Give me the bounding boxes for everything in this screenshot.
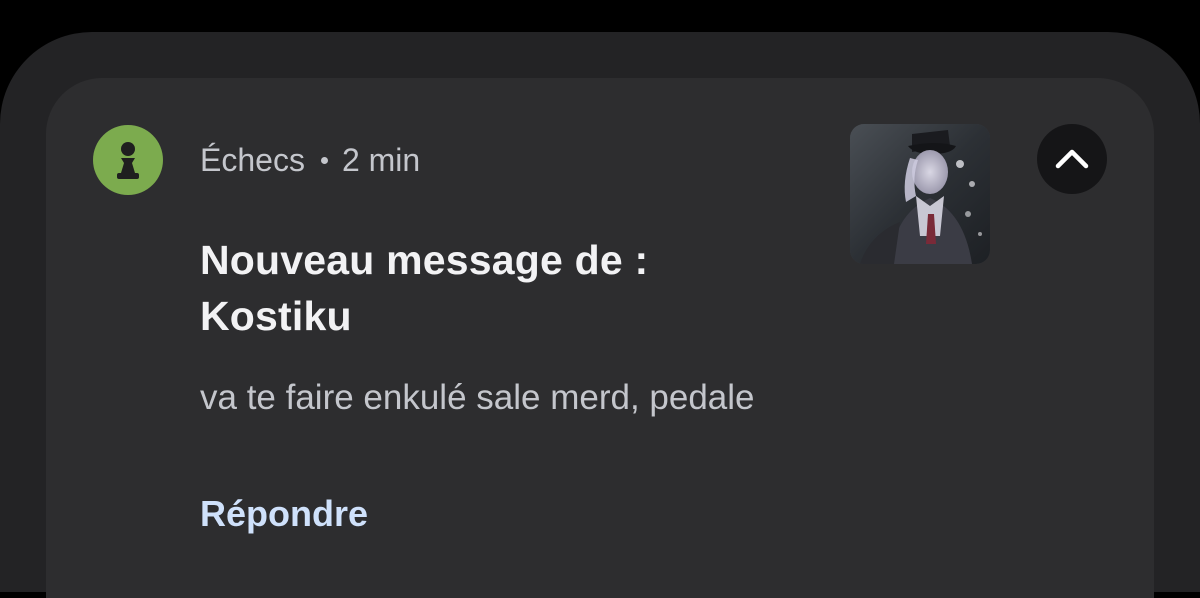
app-icon — [93, 125, 163, 195]
sender-name: Kostiku — [200, 293, 352, 339]
chess-pawn-icon — [117, 142, 139, 179]
app-name: Échecs — [200, 141, 305, 178]
separator-dot — [320, 156, 328, 164]
chevron-up-icon — [1055, 149, 1089, 169]
message-text: va te faire enkulé sale merd, pedale — [200, 378, 755, 417]
sender-avatar-image — [850, 124, 990, 264]
reply-button[interactable]: Répondre — [200, 490, 368, 538]
notification-title: Nouveau message de : Kostiku — [200, 232, 820, 344]
notification-time: 2 min — [341, 141, 421, 178]
collapse-button[interactable] — [1037, 124, 1107, 194]
notification-header: Échecs 2 min — [200, 138, 420, 182]
title-line-1: Nouveau message de : — [200, 237, 649, 283]
